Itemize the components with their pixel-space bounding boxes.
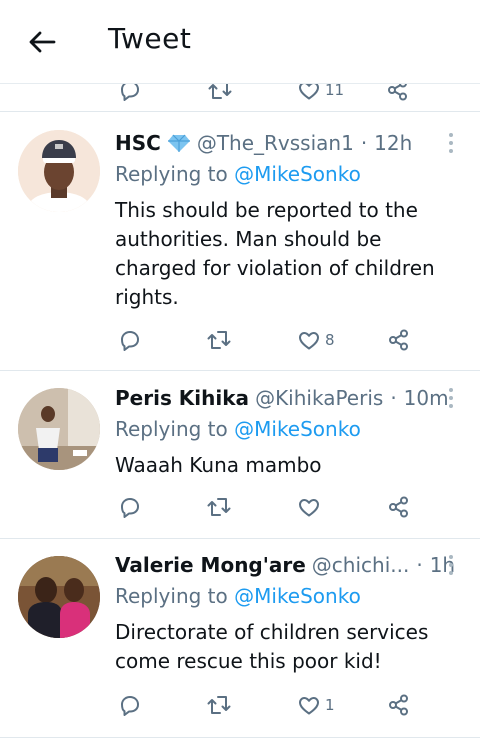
- retweet-icon: [206, 328, 232, 352]
- replying-to: Replying to @MikeSonko: [115, 584, 361, 608]
- like-button[interactable]: 1: [297, 685, 335, 725]
- reply-tweet[interactable]: HSC @The_Rvssian1 · 12h Replying to @Mik…: [0, 112, 480, 370]
- replying-to: Replying to @MikeSonko: [115, 417, 361, 441]
- diamond-icon: [167, 133, 191, 153]
- like-button[interactable]: 8: [297, 320, 335, 360]
- retweet-button[interactable]: [206, 487, 232, 527]
- avatar[interactable]: [18, 388, 100, 470]
- tweet-header: Peris Kihika @KihikaPeris · 10m: [115, 386, 449, 410]
- mention-link[interactable]: @MikeSonko: [234, 417, 361, 441]
- tweet-text: Directorate of children services come re…: [115, 620, 429, 673]
- heart-icon: [297, 693, 321, 717]
- tweet-action-bar: [100, 487, 460, 527]
- reply-icon: [118, 495, 142, 519]
- share-icon: [387, 495, 411, 519]
- retweet-icon: [206, 693, 232, 717]
- display-name[interactable]: Peris Kihika: [115, 386, 249, 410]
- tweet-header: HSC @The_Rvssian1 · 12h: [115, 131, 413, 155]
- tweet-action-bar: 8: [100, 320, 460, 360]
- share-button[interactable]: [387, 487, 411, 527]
- reply-button[interactable]: [118, 487, 142, 527]
- share-icon: [387, 328, 411, 352]
- reply-icon: [118, 693, 142, 717]
- tweet-header: Valerie Mong'are @chichi... · 1h: [115, 553, 456, 577]
- like-button[interactable]: [297, 487, 321, 527]
- reply-icon: [118, 328, 142, 352]
- more-options-button[interactable]: [440, 129, 462, 157]
- retweet-button[interactable]: [206, 320, 232, 360]
- back-button[interactable]: [22, 24, 62, 60]
- reply-button[interactable]: [118, 320, 142, 360]
- heart-icon: [297, 328, 321, 352]
- heart-icon: [297, 495, 321, 519]
- like-count: 8: [325, 331, 335, 349]
- reply-tweet[interactable]: Valerie Mong'are @chichi... · 1h Replyin…: [0, 539, 480, 739]
- tweet-text: This should be reported to the authoriti…: [115, 198, 435, 309]
- share-icon: [387, 693, 411, 717]
- like-count: 1: [325, 696, 335, 714]
- mention-link[interactable]: @MikeSonko: [234, 584, 361, 608]
- divider: [0, 737, 480, 738]
- tweet-text: Waaah Kuna mambo: [115, 453, 322, 477]
- reply-tweet[interactable]: Peris Kihika @KihikaPeris · 10m Replying…: [0, 371, 480, 538]
- display-name[interactable]: HSC: [115, 131, 161, 155]
- share-button[interactable]: [387, 685, 411, 725]
- avatar[interactable]: [18, 556, 100, 638]
- mention-link[interactable]: @MikeSonko: [234, 162, 361, 186]
- app-header: Tweet: [0, 0, 480, 84]
- timestamp[interactable]: 12h: [374, 131, 412, 155]
- user-handle[interactable]: @KihikaPeris: [255, 386, 383, 410]
- display-name[interactable]: Valerie Mong'are: [115, 553, 306, 577]
- share-button[interactable]: [387, 320, 411, 360]
- user-handle[interactable]: @The_Rvssian1: [197, 131, 354, 155]
- more-options-button[interactable]: [440, 551, 462, 579]
- arrow-left-icon: [28, 30, 56, 54]
- tweet-action-bar: 1: [100, 685, 460, 725]
- reply-button[interactable]: [118, 685, 142, 725]
- user-handle[interactable]: @chichi...: [312, 553, 410, 577]
- avatar[interactable]: [18, 130, 100, 212]
- retweet-button[interactable]: [206, 685, 232, 725]
- more-options-button[interactable]: [440, 384, 462, 412]
- page-title: Tweet: [108, 22, 192, 55]
- retweet-icon: [206, 495, 232, 519]
- replying-to: Replying to @MikeSonko: [115, 162, 361, 186]
